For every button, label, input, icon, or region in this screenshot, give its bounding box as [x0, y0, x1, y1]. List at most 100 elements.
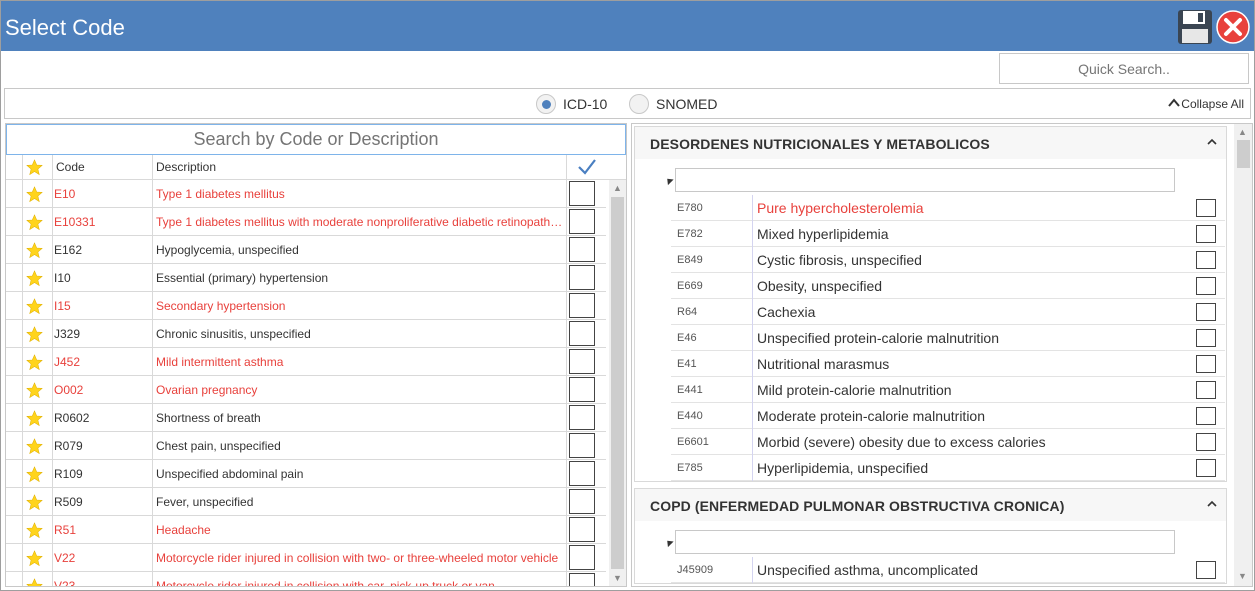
- chevron-up-icon[interactable]: [1206, 137, 1218, 147]
- quick-search-input[interactable]: [999, 53, 1249, 84]
- expand-triangle-icon[interactable]: [664, 537, 674, 548]
- item-checkbox[interactable]: [1196, 251, 1216, 269]
- row-description: Headache: [156, 523, 211, 537]
- list-item[interactable]: E441 Mild protein-calorie malnutrition: [671, 377, 1225, 403]
- row-checkbox[interactable]: [569, 209, 595, 234]
- scroll-down-icon[interactable]: ▼: [1238, 571, 1247, 581]
- group-filter-input[interactable]: [675, 168, 1175, 192]
- table-row[interactable]: O002 Ovarian pregnancy: [6, 376, 606, 404]
- row-checkbox[interactable]: [569, 293, 595, 318]
- star-icon[interactable]: [26, 242, 43, 259]
- scroll-up-icon[interactable]: ▲: [613, 183, 622, 193]
- star-icon[interactable]: [26, 382, 43, 399]
- row-checkbox[interactable]: [569, 461, 595, 486]
- group-filter-input[interactable]: [675, 530, 1175, 554]
- favorites-scrollbar[interactable]: ▲ ▼: [609, 180, 626, 586]
- scrollbar-thumb[interactable]: [1237, 140, 1250, 168]
- table-row[interactable]: V22 Motorcycle rider injured in collision…: [6, 544, 606, 572]
- star-icon[interactable]: [26, 578, 43, 587]
- table-row[interactable]: R079 Chest pain, unspecified: [6, 432, 606, 460]
- list-item[interactable]: E6601 Morbid (severe) obesity due to exce…: [671, 429, 1225, 455]
- scrollbar-thumb[interactable]: [611, 197, 624, 569]
- table-row[interactable]: R509 Fever, unspecified: [6, 488, 606, 516]
- table-row[interactable]: R51 Headache: [6, 516, 606, 544]
- star-icon[interactable]: [26, 186, 43, 203]
- column-header-code[interactable]: Code: [56, 160, 85, 174]
- list-item[interactable]: J45909 Unspecified asthma, uncomplicated: [671, 557, 1225, 583]
- expand-triangle-icon[interactable]: [664, 175, 674, 186]
- table-row[interactable]: E10331 Type 1 diabetes mellitus with mode…: [6, 208, 606, 236]
- star-icon[interactable]: [26, 410, 43, 427]
- star-icon[interactable]: [26, 438, 43, 455]
- star-icon[interactable]: [26, 354, 43, 371]
- list-item[interactable]: E849 Cystic fibrosis, unspecified: [671, 247, 1225, 273]
- list-item[interactable]: E46 Unspecified protein-calorie malnutrit…: [671, 325, 1225, 351]
- chevron-up-icon[interactable]: [1206, 499, 1218, 509]
- close-icon: [1216, 10, 1250, 44]
- item-code: E780: [677, 202, 703, 214]
- row-checkbox[interactable]: [569, 265, 595, 290]
- save-button[interactable]: [1177, 9, 1213, 45]
- table-row[interactable]: R109 Unspecified abdominal pain: [6, 460, 606, 488]
- list-item[interactable]: E41 Nutritional marasmus: [671, 351, 1225, 377]
- row-checkbox[interactable]: [569, 433, 595, 458]
- item-code: E441: [677, 384, 703, 396]
- close-button[interactable]: [1216, 10, 1250, 44]
- table-row[interactable]: J452 Mild intermittent asthma: [6, 348, 606, 376]
- item-checkbox[interactable]: [1196, 433, 1216, 451]
- row-code: R109: [54, 467, 83, 481]
- row-checkbox[interactable]: [569, 517, 595, 542]
- item-checkbox[interactable]: [1196, 303, 1216, 321]
- list-item[interactable]: E785 Hyperlipidemia, unspecified: [671, 455, 1225, 481]
- star-icon[interactable]: [26, 326, 43, 343]
- item-checkbox[interactable]: [1196, 459, 1216, 477]
- groups-scrollbar[interactable]: ▲ ▼: [1234, 124, 1252, 586]
- list-item[interactable]: E440 Moderate protein-calorie malnutritio…: [671, 403, 1225, 429]
- star-icon[interactable]: [26, 298, 43, 315]
- star-icon[interactable]: [26, 522, 43, 539]
- item-checkbox[interactable]: [1196, 407, 1216, 425]
- table-row[interactable]: I10 Essential (primary) hypertension: [6, 264, 606, 292]
- star-icon[interactable]: [26, 214, 43, 231]
- row-description: Essential (primary) hypertension: [156, 271, 329, 285]
- row-checkbox[interactable]: [569, 181, 595, 206]
- table-row[interactable]: I15 Secondary hypertension: [6, 292, 606, 320]
- item-checkbox[interactable]: [1196, 199, 1216, 217]
- list-item[interactable]: R64 Cachexia: [671, 299, 1225, 325]
- list-item[interactable]: E780 Pure hypercholesterolemia: [671, 195, 1225, 221]
- row-checkbox[interactable]: [569, 489, 595, 514]
- row-checkbox[interactable]: [569, 573, 595, 586]
- row-checkbox[interactable]: [569, 377, 595, 402]
- row-checkbox[interactable]: [569, 349, 595, 374]
- row-checkbox[interactable]: [569, 237, 595, 262]
- star-icon[interactable]: [26, 494, 43, 511]
- item-checkbox[interactable]: [1196, 561, 1216, 579]
- item-checkbox[interactable]: [1196, 329, 1216, 347]
- star-icon[interactable]: [26, 550, 43, 567]
- item-description: Unspecified asthma, uncomplicated: [757, 562, 979, 578]
- item-checkbox[interactable]: [1196, 277, 1216, 295]
- item-checkbox[interactable]: [1196, 381, 1216, 399]
- table-row[interactable]: E10 Type 1 diabetes mellitus: [6, 180, 606, 208]
- table-row[interactable]: J329 Chronic sinusitis, unspecified: [6, 320, 606, 348]
- list-item[interactable]: E782 Mixed hyperlipidemia: [671, 221, 1225, 247]
- row-checkbox[interactable]: [569, 321, 595, 346]
- column-header-description[interactable]: Description: [156, 160, 216, 174]
- item-checkbox[interactable]: [1196, 225, 1216, 243]
- table-row[interactable]: V23 Motorcycle rider injured in collision…: [6, 572, 606, 587]
- row-code: R51: [54, 523, 77, 537]
- scroll-down-icon[interactable]: ▼: [613, 573, 622, 583]
- code-group: DESORDENES NUTRICIONALES Y METABOLICOS E7…: [634, 126, 1227, 482]
- star-icon[interactable]: [26, 466, 43, 483]
- star-icon[interactable]: [26, 270, 43, 287]
- favorites-search-input[interactable]: [6, 124, 626, 155]
- list-item[interactable]: E669 Obesity, unspecified: [671, 273, 1225, 299]
- item-checkbox[interactable]: [1196, 355, 1216, 373]
- row-checkbox[interactable]: [569, 405, 595, 430]
- collapse-all-button[interactable]: Collapse All: [1167, 97, 1244, 111]
- table-row[interactable]: R0602 Shortness of breath: [6, 404, 606, 432]
- row-checkbox[interactable]: [569, 545, 595, 570]
- checkmark-header-icon[interactable]: [577, 158, 597, 176]
- scroll-up-icon[interactable]: ▲: [1238, 127, 1247, 137]
- table-row[interactable]: E162 Hypoglycemia, unspecified: [6, 236, 606, 264]
